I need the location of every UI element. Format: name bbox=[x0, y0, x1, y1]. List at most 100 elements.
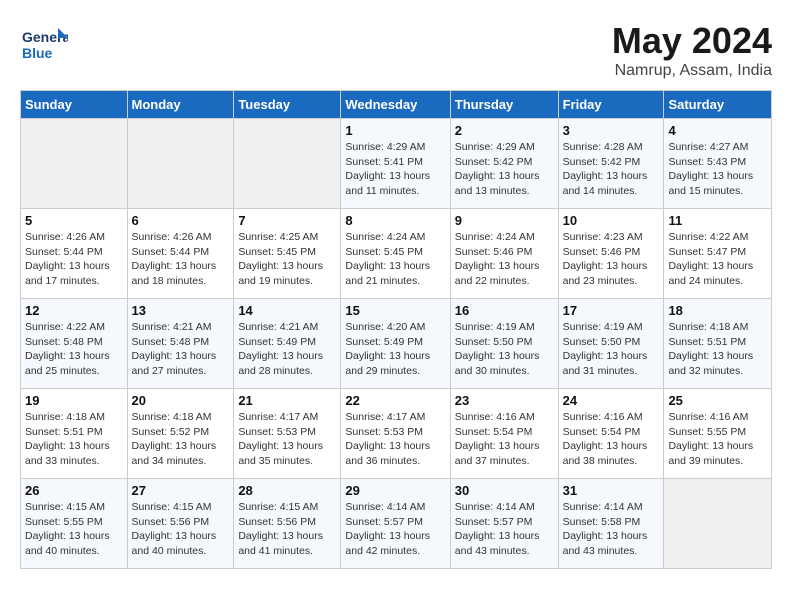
calendar-cell: 30Sunrise: 4:14 AMSunset: 5:57 PMDayligh… bbox=[450, 479, 558, 569]
day-info: Sunrise: 4:26 AMSunset: 5:44 PMDaylight:… bbox=[25, 230, 123, 289]
weekday-header-thursday: Thursday bbox=[450, 91, 558, 119]
location: Namrup, Assam, India bbox=[612, 62, 772, 80]
calendar-cell: 24 Sunrise: 4:16 AMSunset: 5:54 PMDayligh… bbox=[558, 389, 664, 479]
day-number: 7 bbox=[238, 213, 336, 228]
calendar-cell: 12Sunrise: 4:22 AMSunset: 5:48 PMDayligh… bbox=[21, 299, 128, 389]
day-info: Sunrise: 4:26 AMSunset: 5:44 PMDaylight:… bbox=[132, 230, 230, 289]
day-info: Sunrise: 4:14 AMSunset: 5:57 PMDaylight:… bbox=[455, 500, 554, 559]
svg-text:Blue: Blue bbox=[22, 45, 53, 61]
day-info: Sunrise: 4:24 AMSunset: 5:45 PMDaylight:… bbox=[345, 230, 445, 289]
calendar-week-row: 5 Sunrise: 4:26 AMSunset: 5:44 PMDaylight… bbox=[21, 209, 772, 299]
calendar-cell: 29 Sunrise: 4:14 AMSunset: 5:57 PMDayligh… bbox=[341, 479, 450, 569]
calendar-cell: 23Sunrise: 4:16 AMSunset: 5:54 PMDayligh… bbox=[450, 389, 558, 479]
day-info: Sunrise: 4:17 AMSunset: 5:53 PMDaylight:… bbox=[345, 410, 445, 469]
calendar-cell: 9 Sunrise: 4:24 AMSunset: 5:46 PMDaylight… bbox=[450, 209, 558, 299]
day-info: Sunrise: 4:17 AMSunset: 5:53 PMDaylight:… bbox=[238, 410, 336, 469]
day-number: 23 bbox=[455, 393, 554, 408]
calendar-cell: 18 Sunrise: 4:18 AMSunset: 5:51 PMDayligh… bbox=[664, 299, 772, 389]
day-info: Sunrise: 4:18 AMSunset: 5:51 PMDaylight:… bbox=[25, 410, 123, 469]
logo-icon: General Blue bbox=[20, 20, 60, 60]
day-info: Sunrise: 4:29 AMSunset: 5:41 PMDaylight:… bbox=[345, 140, 445, 199]
calendar-cell: 15Sunrise: 4:20 AMSunset: 5:49 PMDayligh… bbox=[341, 299, 450, 389]
day-number: 20 bbox=[132, 393, 230, 408]
day-info: Sunrise: 4:15 AMSunset: 5:56 PMDaylight:… bbox=[238, 500, 336, 559]
day-info: Sunrise: 4:22 AMSunset: 5:47 PMDaylight:… bbox=[668, 230, 767, 289]
calendar-cell bbox=[664, 479, 772, 569]
day-number: 13 bbox=[132, 303, 230, 318]
title-area: May 2024 Namrup, Assam, India bbox=[612, 20, 772, 80]
calendar-cell bbox=[234, 119, 341, 209]
calendar-cell: 7Sunrise: 4:25 AMSunset: 5:45 PMDaylight… bbox=[234, 209, 341, 299]
calendar-cell: 4 Sunrise: 4:27 AMSunset: 5:43 PMDaylight… bbox=[664, 119, 772, 209]
weekday-header-sunday: Sunday bbox=[21, 91, 128, 119]
calendar-cell: 13 Sunrise: 4:21 AMSunset: 5:48 PMDayligh… bbox=[127, 299, 234, 389]
day-number: 9 bbox=[455, 213, 554, 228]
calendar-table: SundayMondayTuesdayWednesdayThursdayFrid… bbox=[20, 90, 772, 569]
day-info: Sunrise: 4:18 AMSunset: 5:52 PMDaylight:… bbox=[132, 410, 230, 469]
calendar-header: SundayMondayTuesdayWednesdayThursdayFrid… bbox=[21, 91, 772, 119]
day-number: 16 bbox=[455, 303, 554, 318]
day-info: Sunrise: 4:15 AMSunset: 5:55 PMDaylight:… bbox=[25, 500, 123, 559]
calendar-cell: 8 Sunrise: 4:24 AMSunset: 5:45 PMDaylight… bbox=[341, 209, 450, 299]
day-number: 14 bbox=[238, 303, 336, 318]
calendar-cell bbox=[21, 119, 128, 209]
day-number: 11 bbox=[668, 213, 767, 228]
day-info: Sunrise: 4:22 AMSunset: 5:48 PMDaylight:… bbox=[25, 320, 123, 379]
day-number: 2 bbox=[455, 123, 554, 138]
calendar-cell: 14 Sunrise: 4:21 AMSunset: 5:49 PMDayligh… bbox=[234, 299, 341, 389]
day-number: 5 bbox=[25, 213, 123, 228]
day-number: 15 bbox=[345, 303, 445, 318]
calendar-cell bbox=[127, 119, 234, 209]
calendar-week-row: 26 Sunrise: 4:15 AMSunset: 5:55 PMDayligh… bbox=[21, 479, 772, 569]
day-info: Sunrise: 4:24 AMSunset: 5:46 PMDaylight:… bbox=[455, 230, 554, 289]
day-number: 10 bbox=[563, 213, 660, 228]
calendar-cell: 28 Sunrise: 4:15 AMSunset: 5:56 PMDayligh… bbox=[234, 479, 341, 569]
day-number: 26 bbox=[25, 483, 123, 498]
day-number: 21 bbox=[238, 393, 336, 408]
weekday-header-row: SundayMondayTuesdayWednesdayThursdayFrid… bbox=[21, 91, 772, 119]
calendar-cell: 10 Sunrise: 4:23 AMSunset: 5:46 PMDayligh… bbox=[558, 209, 664, 299]
weekday-header-monday: Monday bbox=[127, 91, 234, 119]
day-info: Sunrise: 4:19 AMSunset: 5:50 PMDaylight:… bbox=[563, 320, 660, 379]
day-info: Sunrise: 4:14 AMSunset: 5:57 PMDaylight:… bbox=[345, 500, 445, 559]
day-info: Sunrise: 4:21 AMSunset: 5:49 PMDaylight:… bbox=[238, 320, 336, 379]
calendar-cell: 31Sunrise: 4:14 AMSunset: 5:58 PMDayligh… bbox=[558, 479, 664, 569]
day-number: 22 bbox=[345, 393, 445, 408]
weekday-header-saturday: Saturday bbox=[664, 91, 772, 119]
calendar-cell: 20 Sunrise: 4:18 AMSunset: 5:52 PMDayligh… bbox=[127, 389, 234, 479]
calendar-cell: 6 Sunrise: 4:26 AMSunset: 5:44 PMDaylight… bbox=[127, 209, 234, 299]
calendar-cell: 1Sunrise: 4:29 AMSunset: 5:41 PMDaylight… bbox=[341, 119, 450, 209]
day-number: 6 bbox=[132, 213, 230, 228]
day-info: Sunrise: 4:21 AMSunset: 5:48 PMDaylight:… bbox=[132, 320, 230, 379]
day-number: 4 bbox=[668, 123, 767, 138]
month-title: May 2024 bbox=[612, 20, 772, 62]
day-info: Sunrise: 4:16 AMSunset: 5:55 PMDaylight:… bbox=[668, 410, 767, 469]
weekday-header-tuesday: Tuesday bbox=[234, 91, 341, 119]
calendar-body: 1Sunrise: 4:29 AMSunset: 5:41 PMDaylight… bbox=[21, 119, 772, 569]
day-number: 24 bbox=[563, 393, 660, 408]
day-info: Sunrise: 4:18 AMSunset: 5:51 PMDaylight:… bbox=[668, 320, 767, 379]
calendar-cell: 27 Sunrise: 4:15 AMSunset: 5:56 PMDayligh… bbox=[127, 479, 234, 569]
logo: General Blue bbox=[20, 20, 64, 60]
page-header: General Blue May 2024 Namrup, Assam, Ind… bbox=[20, 20, 772, 80]
calendar-cell: 25Sunrise: 4:16 AMSunset: 5:55 PMDayligh… bbox=[664, 389, 772, 479]
calendar-cell: 19Sunrise: 4:18 AMSunset: 5:51 PMDayligh… bbox=[21, 389, 128, 479]
weekday-header-friday: Friday bbox=[558, 91, 664, 119]
day-info: Sunrise: 4:15 AMSunset: 5:56 PMDaylight:… bbox=[132, 500, 230, 559]
day-number: 18 bbox=[668, 303, 767, 318]
day-number: 28 bbox=[238, 483, 336, 498]
calendar-cell: 26 Sunrise: 4:15 AMSunset: 5:55 PMDayligh… bbox=[21, 479, 128, 569]
day-info: Sunrise: 4:27 AMSunset: 5:43 PMDaylight:… bbox=[668, 140, 767, 199]
day-number: 3 bbox=[563, 123, 660, 138]
day-number: 29 bbox=[345, 483, 445, 498]
day-info: Sunrise: 4:14 AMSunset: 5:58 PMDaylight:… bbox=[563, 500, 660, 559]
day-number: 27 bbox=[132, 483, 230, 498]
calendar-cell: 21 Sunrise: 4:17 AMSunset: 5:53 PMDayligh… bbox=[234, 389, 341, 479]
calendar-week-row: 19Sunrise: 4:18 AMSunset: 5:51 PMDayligh… bbox=[21, 389, 772, 479]
day-info: Sunrise: 4:28 AMSunset: 5:42 PMDaylight:… bbox=[563, 140, 660, 199]
day-info: Sunrise: 4:16 AMSunset: 5:54 PMDaylight:… bbox=[563, 410, 660, 469]
calendar-cell: 5 Sunrise: 4:26 AMSunset: 5:44 PMDaylight… bbox=[21, 209, 128, 299]
calendar-week-row: 12Sunrise: 4:22 AMSunset: 5:48 PMDayligh… bbox=[21, 299, 772, 389]
day-info: Sunrise: 4:23 AMSunset: 5:46 PMDaylight:… bbox=[563, 230, 660, 289]
day-number: 8 bbox=[345, 213, 445, 228]
